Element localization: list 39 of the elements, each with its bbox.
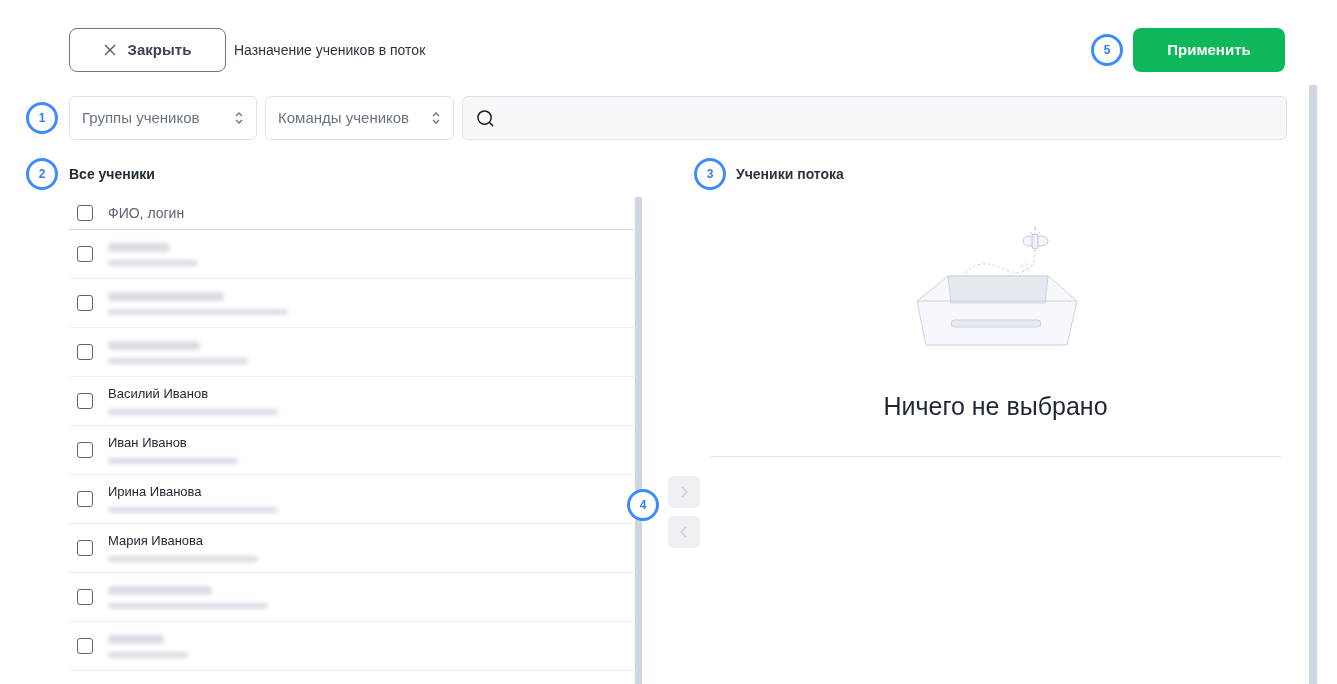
sort-chevron-icon <box>234 111 244 125</box>
step-marker: 3 <box>694 158 726 190</box>
checkbox[interactable] <box>77 589 93 605</box>
empty-state-text: Ничего не выбрано <box>883 391 1108 422</box>
step-marker: 5 <box>1091 34 1123 66</box>
student-name: Иван Иванов <box>108 436 188 450</box>
checkbox[interactable] <box>77 246 93 262</box>
checkbox[interactable] <box>77 205 93 221</box>
checkbox[interactable] <box>77 295 93 311</box>
checkbox[interactable] <box>77 344 93 360</box>
page-scrollbar[interactable] <box>1309 85 1317 684</box>
search-icon <box>476 108 495 128</box>
checkbox[interactable] <box>77 442 93 458</box>
close-button[interactable]: Закрыть <box>69 28 226 72</box>
step-marker: 1 <box>26 102 58 134</box>
page-title: Назначение учеников в поток <box>234 40 426 60</box>
checkbox[interactable] <box>77 540 93 556</box>
step-marker: 4 <box>627 489 659 521</box>
section-title: Ученики потока <box>736 164 844 184</box>
student-name: Ирина Иванова <box>108 485 203 499</box>
sort-chevron-icon <box>431 111 441 125</box>
checkbox[interactable] <box>77 491 93 507</box>
groups-select[interactable]: Группы учеников <box>69 96 257 140</box>
step-marker: 2 <box>26 158 58 190</box>
redacted-text <box>108 634 164 644</box>
chevron-left-icon <box>680 526 688 538</box>
checkbox[interactable] <box>77 393 93 409</box>
student-name: Мария Иванова <box>108 534 205 548</box>
close-icon <box>103 44 116 56</box>
teams-select[interactable]: Команды учеников <box>265 96 454 140</box>
student-name: Василий Иванов <box>108 387 210 401</box>
apply-button[interactable]: Применить <box>1133 28 1285 72</box>
column-header: ФИО, логин <box>108 203 185 223</box>
redacted-text <box>108 242 170 252</box>
section-title: Все ученики <box>69 164 155 184</box>
search-field[interactable] <box>462 96 1287 140</box>
checkbox[interactable] <box>77 638 93 654</box>
chevron-right-icon <box>680 486 688 498</box>
scrollbar[interactable] <box>635 197 642 684</box>
